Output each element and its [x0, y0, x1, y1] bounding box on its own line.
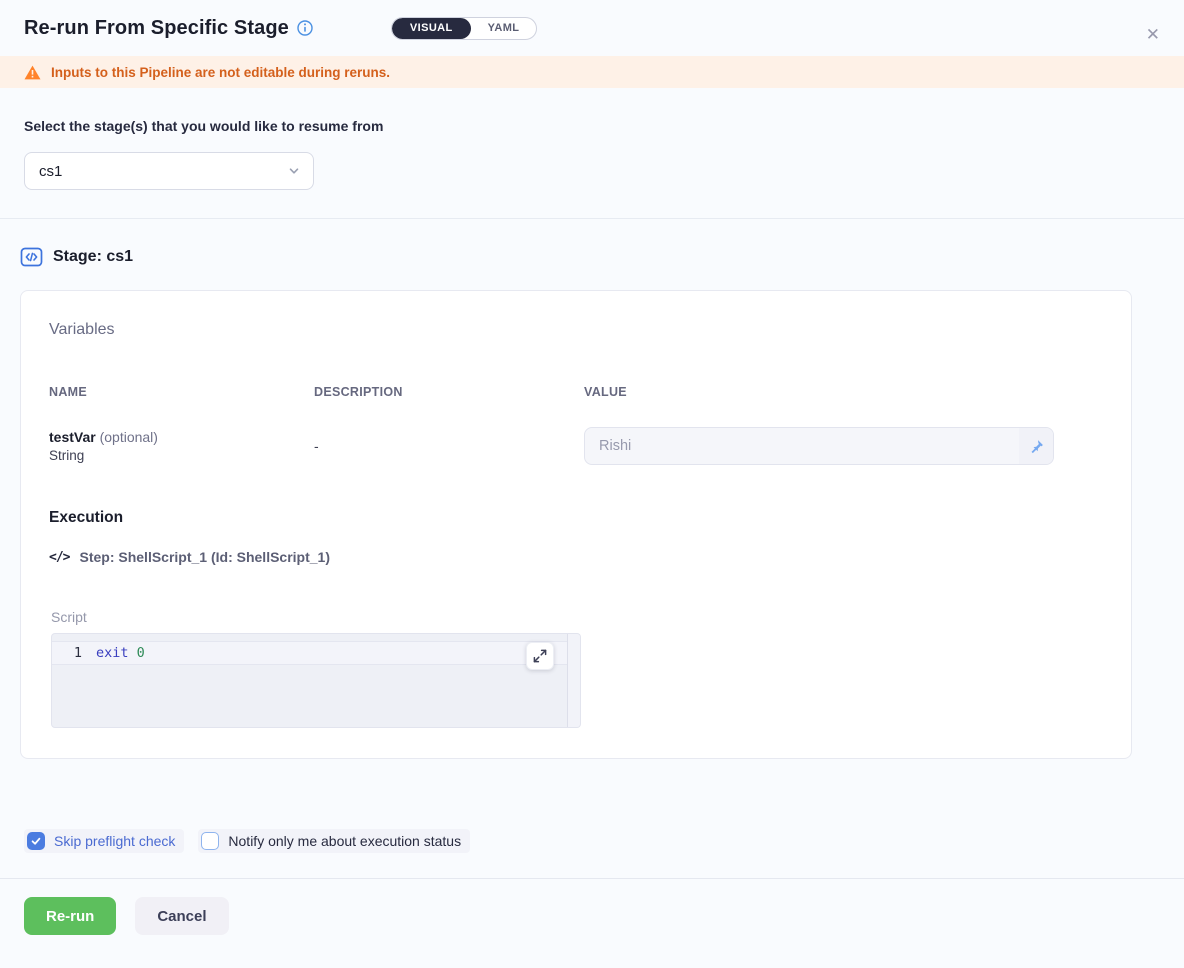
- stage-select-dropdown[interactable]: cs1: [24, 152, 314, 190]
- rerun-modal: Re-run From Specific Stage VISUAL YAML ✕…: [0, 0, 1184, 968]
- warning-icon: [24, 65, 41, 80]
- run-options-row: Skip preflight check Notify only me abou…: [0, 829, 1184, 853]
- stage-select-value: cs1: [39, 163, 287, 180]
- notify-only-me-label: Notify only me about execution status: [228, 833, 461, 849]
- visual-yaml-toggle: VISUAL YAML: [391, 17, 538, 40]
- variable-value-input[interactable]: Rishi: [585, 438, 1019, 454]
- warning-banner: Inputs to this Pipeline are not editable…: [0, 56, 1184, 88]
- skip-preflight-checkbox[interactable]: Skip preflight check: [24, 829, 184, 853]
- script-editor[interactable]: 1 exit 0: [51, 633, 581, 728]
- stage-card: Variables NAME DESCRIPTION VALUE testVar…: [20, 290, 1132, 759]
- step-label: Step: ShellScript_1 (Id: ShellScript_1): [79, 549, 330, 565]
- col-header-description: DESCRIPTION: [314, 385, 584, 399]
- stage-select-section: Select the stage(s) that you would like …: [0, 88, 1184, 219]
- info-icon[interactable]: [297, 20, 313, 36]
- warning-text: Inputs to this Pipeline are not editable…: [51, 65, 390, 80]
- skip-preflight-label: Skip preflight check: [54, 833, 175, 849]
- stage-select-label: Select the stage(s) that you would like …: [24, 118, 1160, 134]
- expand-icon[interactable]: [526, 642, 554, 670]
- stage-heading: Stage: cs1: [53, 248, 133, 266]
- line-number: 1: [52, 645, 96, 661]
- table-row: testVar (optional) String - Rishi: [49, 427, 1103, 465]
- build-stage-icon: [20, 247, 43, 267]
- variable-optional-tag: (optional): [96, 429, 158, 445]
- close-icon[interactable]: ✕: [1146, 26, 1160, 43]
- editor-scrollbar[interactable]: [567, 634, 580, 727]
- chevron-down-icon: [287, 164, 301, 178]
- variable-description: -: [314, 438, 584, 454]
- variable-value-field[interactable]: Rishi: [584, 427, 1054, 465]
- rerun-button[interactable]: Re-run: [24, 897, 116, 935]
- col-header-name: NAME: [49, 385, 314, 399]
- execution-title: Execution: [49, 509, 1103, 527]
- toggle-yaml[interactable]: YAML: [471, 18, 537, 39]
- step-row: </> Step: ShellScript_1 (Id: ShellScript…: [49, 549, 1103, 565]
- variable-name: testVar: [49, 429, 96, 445]
- code-token-keyword: exit: [96, 645, 129, 661]
- variable-type: String: [49, 448, 314, 463]
- checkbox-unchecked-icon[interactable]: [201, 832, 219, 850]
- variables-table-header: NAME DESCRIPTION VALUE: [49, 385, 1103, 399]
- page-title: Re-run From Specific Stage: [24, 17, 289, 40]
- variables-table: NAME DESCRIPTION VALUE testVar (optional…: [49, 385, 1103, 465]
- notify-only-me-checkbox[interactable]: Notify only me about execution status: [198, 829, 470, 853]
- stage-details-section: Stage: cs1 Variables NAME DESCRIPTION VA…: [0, 219, 1184, 789]
- toggle-visual[interactable]: VISUAL: [392, 18, 471, 39]
- cancel-button[interactable]: Cancel: [135, 897, 228, 935]
- checkbox-checked-icon[interactable]: [27, 832, 45, 850]
- modal-header: Re-run From Specific Stage VISUAL YAML ✕: [0, 0, 1184, 56]
- code-token-number: 0: [129, 645, 145, 661]
- script-label: Script: [49, 609, 1103, 625]
- modal-footer: Re-run Cancel: [0, 879, 1184, 953]
- code-step-icon: </>: [49, 550, 69, 565]
- code-line[interactable]: 1 exit 0: [52, 641, 580, 665]
- pin-icon[interactable]: [1019, 428, 1053, 464]
- variable-name-cell: testVar (optional) String: [49, 429, 314, 463]
- stage-heading-row: Stage: cs1: [20, 247, 1132, 267]
- col-header-value: VALUE: [584, 385, 1103, 399]
- variables-title: Variables: [49, 321, 1103, 339]
